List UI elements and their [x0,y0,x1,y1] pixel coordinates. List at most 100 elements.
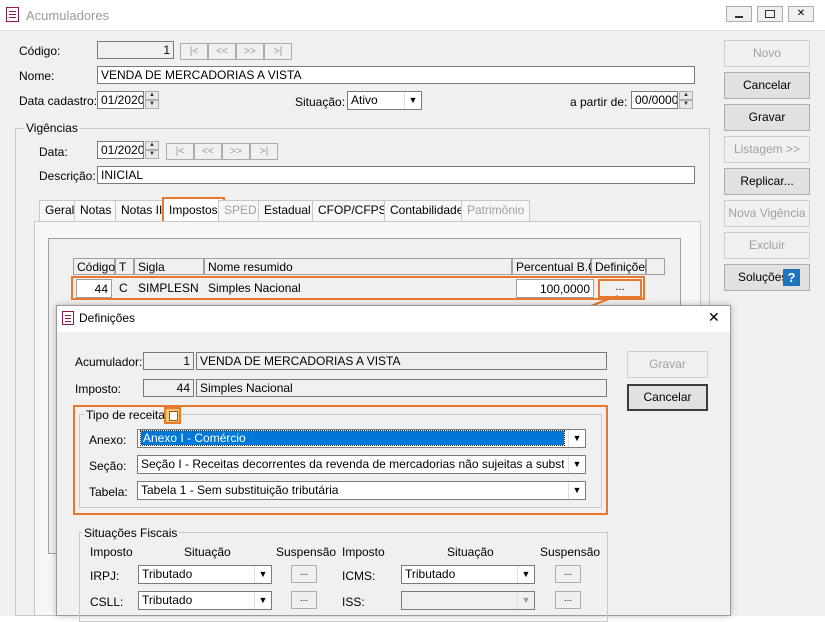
grid-header-nome: Nome resumido [204,258,512,275]
codigo-label: Código: [19,44,61,58]
secao-select[interactable]: Seção I - Receitas decorrentes da revend… [137,455,586,474]
icms-suspensao-button[interactable]: ... [555,565,581,583]
vig-descricao-label: Descrição: [39,169,96,183]
tab-notas-ii[interactable]: Notas II [115,200,169,221]
vig-prev-button[interactable]: << [194,143,222,160]
vig-last-button[interactable]: >| [250,143,278,160]
grid-header-codigo: Código [73,258,115,275]
col-situacao-right: Situação [447,545,494,559]
first-record-button[interactable]: |< [180,43,208,60]
iss-suspensao-button[interactable]: ... [555,591,581,609]
app-icon [6,7,19,22]
grid-header-definicoes: Definições [591,258,651,275]
dialog-close-button[interactable]: ✕ [708,309,720,326]
maximize-button[interactable] [757,6,783,22]
situacoes-label: Situações Fiscais [82,526,180,540]
tipo-receita-label: Tipo de receita [84,408,167,422]
tab-sped[interactable]: SPED [218,200,263,221]
tab-impostos[interactable]: Impostos [162,197,225,223]
solucoes-button[interactable]: Soluções ? [724,264,810,291]
excluir-vigencia-button[interactable]: Excluir Vigência [724,232,810,277]
title-bar [0,0,825,31]
tab-estadual[interactable]: Estadual [258,200,317,221]
solucoes-label: Soluções [738,270,788,284]
codigo-field[interactable]: 1 [97,41,174,59]
anexo-value: Anexo I - Comércio [140,430,565,446]
vig-next-button[interactable]: >> [222,143,250,160]
cancelar-button[interactable]: Cancelar [724,72,810,99]
minimize-button[interactable] [726,6,752,22]
last-record-button[interactable]: >| [264,43,292,60]
nome-field[interactable]: VENDA DE MERCADORIAS A VISTA [97,66,695,84]
tab-patrimonio[interactable]: Patrimônio [461,200,531,221]
anexo-select[interactable]: Anexo I - Comércio ▼ [137,429,586,448]
chevron-down-icon: ▼ [254,566,271,583]
a-partir-field[interactable]: 00/0000 [631,91,678,109]
iss-select[interactable]: ▼ [401,591,535,610]
dialog-gravar-button[interactable]: Gravar [627,351,708,378]
icms-label: ICMS: [342,569,376,583]
acumulador-name: VENDA DE MERCADORIAS A VISTA [196,352,607,370]
grid-cell-t[interactable]: C [116,279,134,298]
vig-descricao-field[interactable]: INICIAL [97,166,695,184]
irpj-suspensao-button[interactable]: ... [291,565,317,583]
tabela-select[interactable]: Tabela 1 - Sem substituição tributária ▼ [137,481,586,500]
vig-first-button[interactable]: |< [166,143,194,160]
dialog-title: Definições [79,311,136,325]
listagem-button[interactable]: Listagem >> [724,136,810,163]
document-icon[interactable] [164,407,181,424]
vig-data-field[interactable]: 01/2020 [97,141,144,159]
icms-value: Tributado [405,567,456,581]
vig-data-label: Data: [39,145,68,159]
grid-cell-codigo[interactable]: 44 [76,279,112,298]
tab-notas[interactable]: Notas [74,200,118,221]
nome-label: Nome: [19,69,55,83]
icms-select[interactable]: Tributado ▼ [401,565,535,584]
vig-data-spinner[interactable]: ▲ ▼ [145,141,159,159]
imposto-label: Imposto: [75,382,122,396]
grid-cell-nome[interactable]: Simples Nacional [205,279,511,298]
dialog-cancelar-button[interactable]: Cancelar [627,384,708,411]
irpj-select[interactable]: Tributado ▼ [138,565,272,584]
grid-header-percentual: Percentual B.C. [512,258,600,275]
restore-icon [765,10,775,18]
secao-value: Seção I - Receitas decorrentes da revend… [141,457,564,471]
data-cadastro-spinner[interactable]: ▲ ▼ [145,91,159,109]
chevron-down-icon: ▼ [517,592,534,609]
a-partir-label: a partir de: [570,95,628,109]
imposto-name: Simples Nacional [196,379,607,397]
chevron-down-icon: ▼ [254,592,271,609]
chevron-down-icon: ▼ [568,430,585,447]
a-partir-spinner[interactable]: ▲ ▼ [679,91,693,109]
acumulador-code: 1 [143,352,194,370]
chevron-down-icon: ▼ [568,482,585,499]
irpj-label: IRPJ: [90,569,120,583]
csll-suspensao-button[interactable]: ... [291,591,317,609]
tab-contabilidade[interactable]: Contabilidade [384,200,470,221]
col-imposto-left: Imposto [90,545,133,559]
data-cadastro-field[interactable]: 01/2020 [97,91,144,109]
iss-label: ISS: [342,595,365,609]
tabela-label: Tabela: [89,485,128,499]
grid-header-t: T [115,258,134,275]
grid-cell-sigla[interactable]: SIMPLESN [135,279,203,298]
situacao-value: Ativo [351,93,378,107]
next-record-button[interactable]: >> [236,43,264,60]
close-button[interactable]: ✕ [788,6,814,22]
csll-select[interactable]: Tributado ▼ [138,591,272,610]
situacao-select[interactable]: Ativo ▼ [347,91,422,110]
col-suspensao-left: Suspensão [276,545,337,559]
chevron-down-icon: ▼ [404,92,421,109]
gravar-button[interactable]: Gravar [724,104,810,131]
chevron-down-icon: ▼ [568,456,585,473]
novo-button[interactable]: Novo [724,40,810,67]
prev-record-button[interactable]: << [208,43,236,60]
tab-cfop-cfps[interactable]: CFOP/CFPS [312,200,393,221]
window-title: Acumuladores [26,8,110,23]
anexo-label: Anexo: [89,433,127,447]
csll-value: Tributado [142,593,193,607]
col-imposto-right: Imposto [342,545,385,559]
nova-vigencia-button[interactable]: Nova Vigência [724,200,810,227]
dialog-app-icon [62,311,74,325]
replicar-button[interactable]: Replicar... [724,168,810,195]
